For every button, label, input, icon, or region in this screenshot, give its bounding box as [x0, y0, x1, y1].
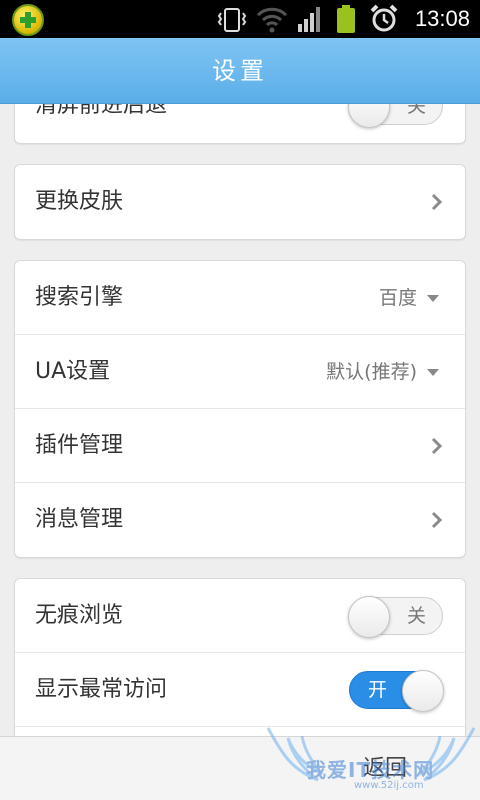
setting-label: 更换皮肤: [35, 189, 124, 214]
setting-label: 消息管理: [35, 507, 124, 532]
dropdown-caret-icon: [427, 369, 439, 376]
setting-row-search-engine[interactable]: 搜索引擎 百度: [15, 261, 465, 335]
bottom-bar: 返回: [0, 736, 480, 800]
chevron-right-icon: [431, 437, 443, 455]
setting-row-incognito[interactable]: 无痕浏览 关: [15, 579, 465, 653]
incognito-toggle[interactable]: 关: [348, 596, 443, 638]
settings-card-top: 清屏前进后退 关: [14, 104, 466, 144]
search-engine-value: 百度: [378, 287, 417, 309]
setting-row-plugins[interactable]: 插件管理: [15, 409, 465, 483]
chevron-right-icon: [431, 511, 443, 529]
setting-row-messages[interactable]: 消息管理: [15, 483, 465, 557]
setting-label: 无痕浏览: [35, 603, 124, 628]
chevron-right-icon: [431, 193, 443, 211]
setting-label: UA设置: [35, 359, 111, 384]
alarm-icon: [370, 4, 398, 32]
toggle-state-text: 开: [368, 679, 388, 701]
most-visited-toggle[interactable]: 开: [349, 670, 444, 712]
battery-icon: [337, 5, 355, 33]
back-button[interactable]: 返回: [330, 737, 440, 800]
setting-row-most-visited[interactable]: 显示最常访问 开: [15, 653, 465, 727]
toggle-knob: [348, 104, 390, 128]
dropdown-caret-icon: [427, 295, 439, 302]
setting-label: 搜索引擎: [35, 285, 124, 310]
toggle-state-text: 关: [406, 104, 426, 117]
wifi-icon: [256, 7, 288, 33]
settings-card-main: 搜索引擎 百度 UA设置 默认(推荐) 插件管理 消息管理: [14, 260, 466, 558]
page-title: 设置: [212, 57, 268, 85]
app-360-icon: [12, 4, 44, 36]
clock-time: 13:08: [414, 6, 470, 31]
toggle-knob: [402, 670, 444, 712]
toggle-state-text: 关: [406, 605, 426, 627]
ua-value: 默认(推荐): [326, 361, 417, 383]
title-bar: 设置: [0, 38, 480, 104]
settings-list[interactable]: 清屏前进后退 关 更换皮肤 搜索引擎 百度 UA设置 默认(推荐) 插件管理 消…: [0, 104, 480, 736]
setting-label: 显示最常访问: [35, 677, 168, 702]
setting-label: 插件管理: [35, 433, 124, 458]
settings-card-privacy: 无痕浏览 关 显示最常访问 开: [14, 578, 466, 736]
vibrate-icon: [217, 8, 247, 32]
status-bar: 13:08: [0, 0, 480, 38]
setting-row-ua[interactable]: UA设置 默认(推荐): [15, 335, 465, 409]
setting-label: 清屏前进后退: [35, 104, 168, 118]
toggle-knob: [348, 596, 390, 638]
signal-icon: [298, 7, 320, 32]
clear-screen-toggle[interactable]: 关: [348, 104, 443, 128]
setting-row-change-skin[interactable]: 更换皮肤: [15, 165, 465, 239]
settings-card-skin: 更换皮肤: [14, 164, 466, 240]
setting-row-clear-screen[interactable]: 清屏前进后退 关: [15, 104, 465, 143]
